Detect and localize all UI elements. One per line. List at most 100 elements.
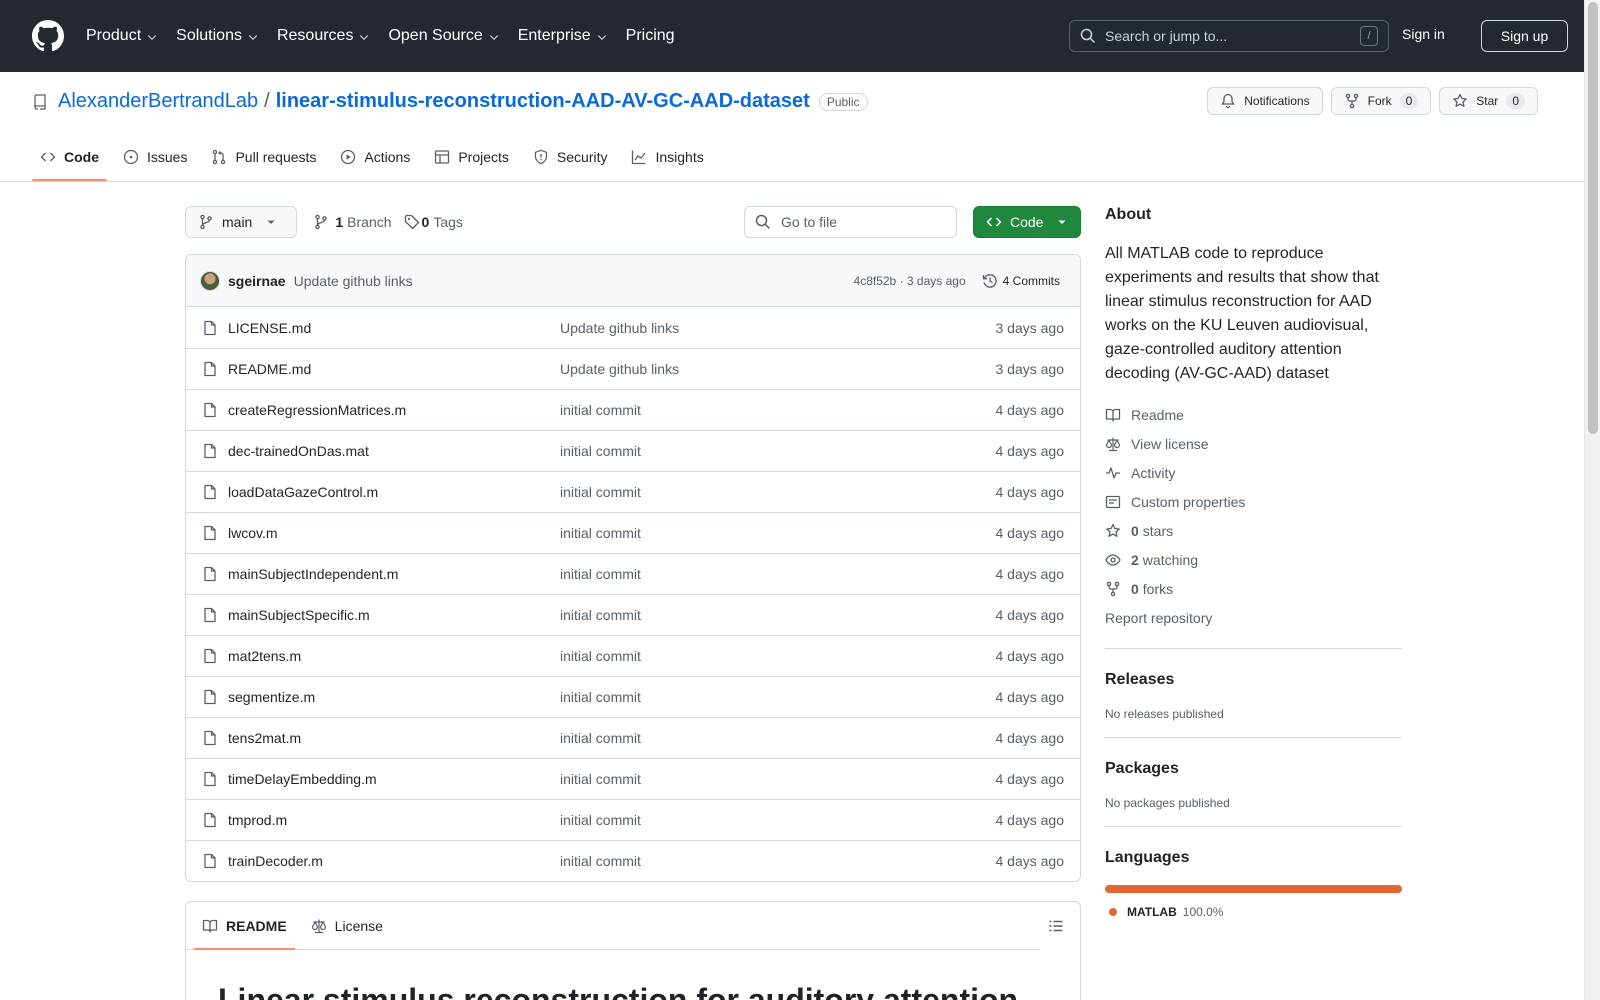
nav-resources[interactable]: Resources (277, 27, 370, 45)
file-commit-age: 4 days ago (995, 484, 1065, 500)
branches-link[interactable]: 1 Branch (313, 214, 392, 230)
tab-actions[interactable]: Actions (332, 134, 418, 180)
file-row[interactable]: lwcov.m initial commit 4 days ago (186, 512, 1080, 553)
branch-selector[interactable]: main (185, 206, 298, 238)
releases-title[interactable]: Releases (1105, 671, 1402, 689)
tab-code[interactable]: Code (32, 134, 107, 181)
code-dropdown-button[interactable]: Code (973, 206, 1081, 238)
forks-link[interactable]: 0 forks (1105, 574, 1402, 603)
file-commit-message-link[interactable]: Update github links (560, 361, 996, 377)
file-commit-message-link[interactable]: initial commit (560, 771, 996, 787)
notifications-button[interactable]: Notifications (1207, 87, 1323, 115)
nav-pricing[interactable]: Pricing (626, 27, 675, 45)
file-row[interactable]: timeDelayEmbedding.m initial commit 4 days… (186, 758, 1080, 799)
file-row[interactable]: loadDataGazeControl.m initial commit 4 day… (186, 471, 1080, 512)
file-commit-message-link[interactable]: initial commit (560, 525, 996, 541)
file-row[interactable]: mat2tens.m initial commit 4 days ago (186, 635, 1080, 676)
file-name-link[interactable]: LICENSE.md (228, 320, 560, 336)
file-name-link[interactable]: mainSubjectIndependent.m (228, 566, 560, 582)
file-name-link[interactable]: dec-trainedOnDas.mat (228, 443, 560, 459)
file-name-link[interactable]: trainDecoder.m (228, 853, 560, 869)
pull-request-icon (213, 149, 226, 165)
file-name-link[interactable]: tmprod.m (228, 812, 560, 828)
scrollbar-thumb[interactable] (1588, 2, 1598, 434)
readme-link[interactable]: Readme (1105, 400, 1402, 429)
language-item[interactable]: MATLAB 100.0% (1105, 905, 1402, 919)
commits-history-link[interactable]: 4 Commits (982, 273, 1060, 289)
file-name-link[interactable]: lwcov.m (228, 525, 560, 541)
commit-sha-link[interactable]: 4c8f52b (854, 274, 897, 288)
sign-in-link[interactable]: Sign in (1402, 26, 1445, 42)
commit-author-link[interactable]: sgeirnae (228, 273, 286, 289)
tab-license[interactable]: License (303, 902, 391, 949)
repo-name-link[interactable]: linear-stimulus-reconstruction-AAD-AV-GC… (276, 90, 810, 113)
file-commit-age: 4 days ago (995, 525, 1065, 541)
github-logo-icon[interactable] (32, 20, 64, 52)
sign-up-button[interactable]: Sign up (1481, 20, 1568, 52)
packages-title[interactable]: Packages (1105, 760, 1402, 778)
pulse-icon (1106, 466, 1120, 479)
file-commit-message-link[interactable]: initial commit (560, 607, 996, 623)
nav-product[interactable]: Product (86, 27, 158, 45)
repo-actions: Notifications Fork 0 Star 0 (1199, 87, 1538, 115)
nav-open-source[interactable]: Open Source (388, 27, 499, 45)
tab-issues[interactable]: Issues (115, 134, 195, 180)
file-commit-message-link[interactable]: initial commit (560, 730, 996, 746)
report-repository-link[interactable]: Report repository (1105, 603, 1402, 632)
license-link[interactable]: View license (1105, 429, 1402, 458)
file-row[interactable]: mainSubjectSpecific.m initial commit 4 day… (186, 594, 1080, 635)
custom-properties-link[interactable]: Custom properties (1105, 487, 1402, 516)
file-commit-message-link[interactable]: initial commit (560, 484, 996, 500)
file-row[interactable]: dec-trainedOnDas.mat initial commit 4 days… (186, 430, 1080, 471)
watching-link[interactable]: 2 watching (1105, 545, 1402, 574)
file-commit-message-link[interactable]: initial commit (560, 402, 996, 418)
nav-solutions[interactable]: Solutions (176, 27, 259, 45)
file-name-link[interactable]: mat2tens.m (228, 648, 560, 664)
file-name-link[interactable]: createRegressionMatrices.m (228, 402, 560, 418)
tab-security[interactable]: Security (525, 134, 616, 180)
fork-count: 0 (1399, 93, 1419, 109)
fork-button[interactable]: Fork 0 (1330, 87, 1432, 115)
file-name-link[interactable]: timeDelayEmbedding.m (228, 771, 560, 787)
nav-enterprise[interactable]: Enterprise (518, 27, 608, 45)
file-row[interactable]: segmentize.m initial commit 4 days ago (186, 676, 1080, 717)
file-row[interactable]: tens2mat.m initial commit 4 days ago (186, 717, 1080, 758)
file-name-link[interactable]: loadDataGazeControl.m (228, 484, 560, 500)
file-commit-message-link[interactable]: Update github links (560, 320, 996, 336)
stars-link[interactable]: 0 stars (1105, 516, 1402, 545)
repo-sidebar: About All MATLAB code to reproduce exper… (1105, 206, 1402, 919)
file-name-link[interactable]: segmentize.m (228, 689, 560, 705)
avatar[interactable] (200, 270, 220, 291)
file-commit-message-link[interactable]: initial commit (560, 443, 996, 459)
list-unordered-icon[interactable] (1048, 918, 1064, 934)
global-search-input[interactable]: Search or jump to... / (1069, 20, 1389, 52)
tab-label: Insights (655, 149, 704, 165)
file-commit-message-link[interactable]: initial commit (560, 853, 996, 869)
file-icon (204, 607, 216, 623)
file-row[interactable]: mainSubjectIndependent.m initial commit 4 … (186, 553, 1080, 594)
go-to-file-input[interactable]: Go to file (744, 206, 957, 238)
file-row[interactable]: README.md Update github links 3 days ago (186, 348, 1080, 389)
activity-link[interactable]: Activity (1105, 458, 1402, 487)
tab-readme[interactable]: README (194, 902, 295, 950)
page-scrollbar[interactable] (1584, 0, 1600, 1000)
file-row[interactable]: LICENSE.md Update github links 3 days ago (186, 307, 1080, 348)
file-commit-message-link[interactable]: initial commit (560, 689, 996, 705)
tab-pull-requests[interactable]: Pull requests (203, 134, 324, 180)
file-row[interactable]: tmprod.m initial commit 4 days ago (186, 799, 1080, 840)
file-commit-message-link[interactable]: initial commit (560, 648, 996, 664)
commit-message-link[interactable]: Update github links (294, 273, 413, 289)
star-button[interactable]: Star 0 (1439, 87, 1538, 115)
file-row[interactable]: trainDecoder.m initial commit 4 days ago (186, 840, 1080, 881)
file-name-link[interactable]: tens2mat.m (228, 730, 560, 746)
file-commit-age: 4 days ago (995, 812, 1065, 828)
tab-insights[interactable]: Insights (623, 134, 711, 180)
tags-link[interactable]: 0 Tags (404, 214, 463, 230)
tab-projects[interactable]: Projects (426, 134, 517, 180)
file-commit-message-link[interactable]: initial commit (560, 566, 996, 582)
file-name-link[interactable]: README.md (228, 361, 560, 377)
file-name-link[interactable]: mainSubjectSpecific.m (228, 607, 560, 623)
file-row[interactable]: createRegressionMatrices.m initial commit… (186, 389, 1080, 430)
repo-owner-link[interactable]: AlexanderBertrandLab (58, 90, 258, 113)
file-commit-message-link[interactable]: initial commit (560, 812, 996, 828)
